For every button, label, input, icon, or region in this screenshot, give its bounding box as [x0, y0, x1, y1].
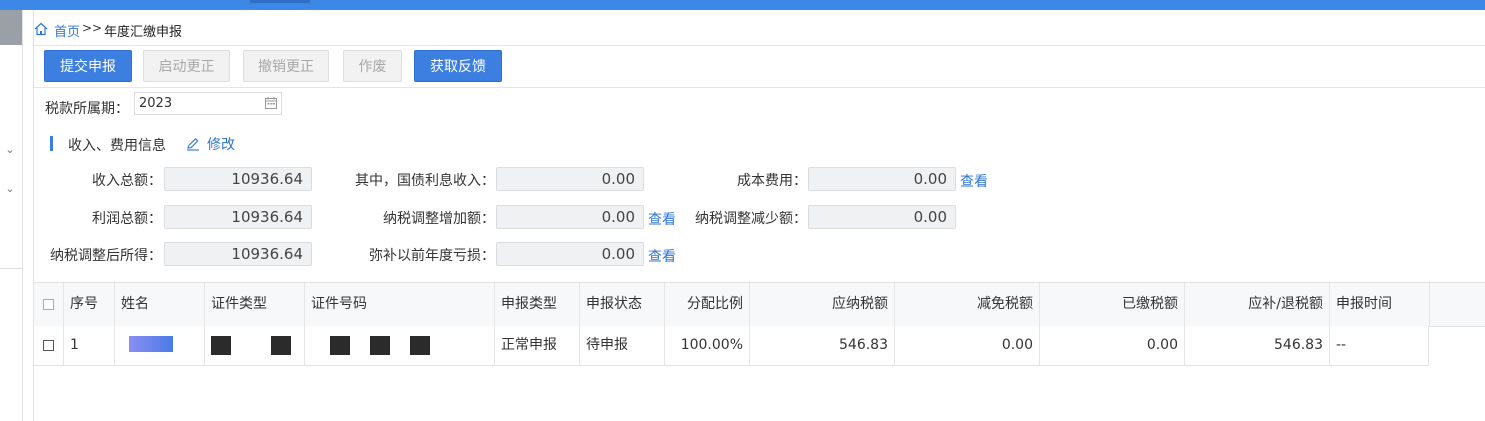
get-feedback-button[interactable]: 获取反馈: [414, 50, 502, 82]
total-profit-label: 利润总额：: [92, 211, 162, 227]
cost-expense-field[interactable]: 0.00: [808, 167, 956, 191]
table-header: 序号 姓名 证件类型 证件号码 申报类型 申报状态 分配比例 应纳税额 减免税额…: [34, 282, 1485, 327]
tax-period-value: 2023: [139, 96, 173, 111]
edit-icon[interactable]: [186, 137, 200, 151]
total-profit-field[interactable]: 10936.64: [164, 205, 312, 229]
redacted-name: [129, 336, 173, 352]
gov-bond-interest-field[interactable]: 0.00: [496, 167, 644, 191]
tax-period-input[interactable]: 2023: [134, 92, 282, 115]
redacted-id-number: [330, 336, 350, 355]
cost-expense-label: 成本费用：: [737, 173, 807, 189]
gov-bond-interest-label: 其中，国债利息收入：: [355, 173, 495, 189]
submit-declaration-button[interactable]: 提交申报: [44, 50, 132, 82]
row-declaration-type: 正常申报: [495, 326, 580, 365]
calendar-icon[interactable]: [265, 97, 277, 109]
section-accent-bar: [50, 136, 53, 151]
tax-adjust-increase-view-link[interactable]: 查看: [648, 209, 676, 229]
row-select-cell: [34, 326, 64, 365]
row-tax-payable: 546.83: [750, 326, 895, 365]
row-declaration-status: 待申报: [580, 326, 665, 365]
top-bar-accent: [250, 0, 310, 3]
adjusted-income-field[interactable]: 10936.64: [164, 242, 312, 266]
row-tax-reduced: 0.00: [895, 326, 1040, 365]
cost-expense-view-link[interactable]: 查看: [960, 171, 988, 191]
column-header[interactable]: 应补/退税额: [1185, 283, 1330, 326]
breadcrumb-home-link[interactable]: 首页: [54, 21, 80, 40]
column-header[interactable]: 申报类型: [495, 283, 580, 326]
start-correction-button[interactable]: 启动更正: [143, 50, 230, 82]
tax-period-label: 税款所属期：: [45, 101, 129, 117]
main-content: 首页 >> 年度汇缴申报 提交申报 启动更正 撤销更正 作废 获取反馈 税款所属…: [33, 10, 1485, 421]
left-rail: ⌄ ⌄: [0, 10, 23, 421]
tax-adjust-decrease-label: 纳税调整减少额：: [695, 211, 807, 227]
select-all-cell: [34, 283, 64, 326]
chevron-down-icon[interactable]: ⌄: [3, 143, 17, 157]
row-tax-due: 546.83: [1185, 326, 1330, 365]
column-header[interactable]: 分配比例: [665, 283, 750, 326]
prior-loss-offset-field[interactable]: 0.00: [496, 242, 644, 266]
select-all-checkbox[interactable]: [43, 298, 54, 310]
row-name: [115, 326, 205, 365]
tax-adjust-increase-label: 纳税调整增加额：: [383, 211, 495, 227]
prior-loss-offset-label: 弥补以前年度亏损：: [369, 248, 495, 264]
edit-link[interactable]: 修改: [207, 134, 235, 154]
breadcrumb-separator: >>: [82, 21, 103, 35]
column-header[interactable]: 已缴税额: [1040, 283, 1185, 326]
tax-adjust-decrease-field[interactable]: 0.00: [808, 205, 956, 229]
row-index: 1: [64, 326, 115, 365]
prior-loss-offset-view-link[interactable]: 查看: [648, 246, 676, 266]
tax-adjust-increase-field[interactable]: 0.00: [496, 205, 644, 229]
row-declaration-time: --: [1330, 326, 1429, 365]
adjusted-income-label: 纳税调整后所得：: [50, 248, 162, 264]
column-header[interactable]: 减免税额: [895, 283, 1040, 326]
breadcrumb-current: 年度汇缴申报: [104, 25, 183, 40]
chevron-down-icon[interactable]: ⌄: [3, 182, 17, 196]
table-row[interactable]: 1 正常申报 待申报 100.00% 546.83 0.00 0.00 546.…: [34, 326, 1429, 366]
column-header[interactable]: 证件类型: [205, 283, 305, 326]
left-rail-handle[interactable]: [0, 10, 22, 45]
column-header[interactable]: 申报时间: [1330, 283, 1430, 326]
column-header[interactable]: 应纳税额: [750, 283, 895, 326]
left-rail-divider: [0, 268, 22, 269]
breadcrumb: 首页 >> 年度汇缴申报: [34, 10, 1485, 46]
redacted-id-number: [370, 336, 390, 355]
top-bar: [0, 0, 1485, 10]
column-header[interactable]: 序号: [64, 283, 115, 326]
row-tax-paid: 0.00: [1040, 326, 1185, 365]
row-checkbox[interactable]: [43, 339, 54, 351]
redacted-id-type: [211, 336, 231, 355]
row-id-number: [305, 326, 495, 365]
total-income-field[interactable]: 10936.64: [164, 167, 312, 191]
section-title: 收入、费用信息: [68, 138, 166, 154]
column-header[interactable]: 姓名: [115, 283, 205, 326]
row-id-type: [205, 326, 305, 365]
redacted-id-type: [271, 336, 291, 355]
toolbar: 提交申报 启动更正 撤销更正 作废 获取反馈: [34, 46, 1485, 88]
total-income-label: 收入总额：: [92, 173, 162, 189]
void-button[interactable]: 作废: [343, 50, 402, 82]
row-allocation-ratio: 100.00%: [665, 326, 750, 365]
redacted-id-number: [410, 336, 430, 355]
column-header[interactable]: 证件号码: [305, 283, 495, 326]
cancel-correction-button[interactable]: 撤销更正: [243, 50, 329, 82]
column-header[interactable]: 申报状态: [580, 283, 665, 326]
home-icon[interactable]: [34, 22, 48, 36]
